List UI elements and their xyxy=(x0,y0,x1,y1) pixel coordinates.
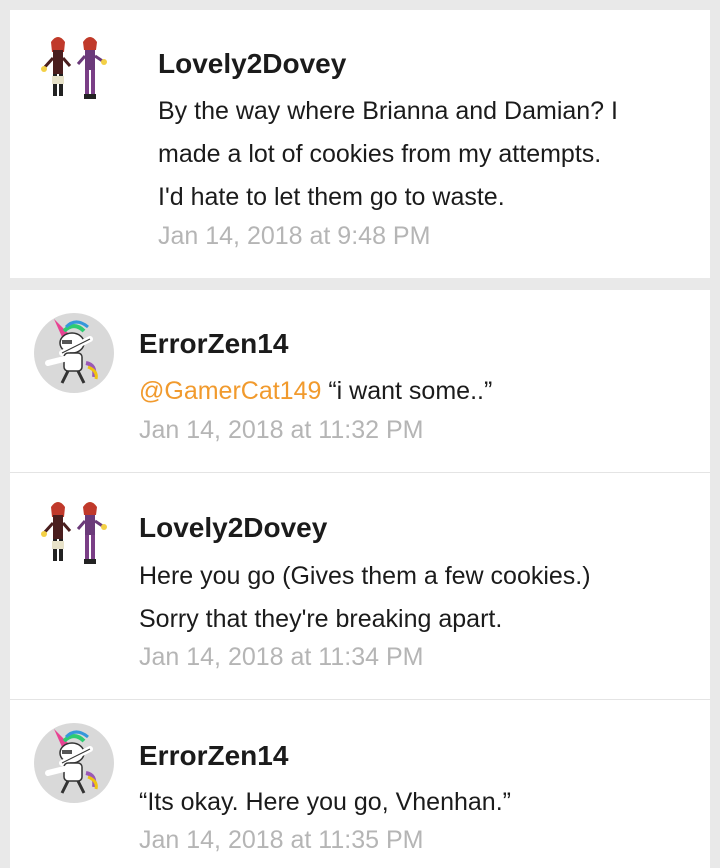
comment-author[interactable]: Lovely2Dovey xyxy=(158,48,346,80)
comment-text-line: made a lot of cookies from my attempts. xyxy=(158,140,602,168)
girls-avatar-icon[interactable] xyxy=(34,30,114,110)
comment-timestamp: Jan 14, 2018 at 9:48 PM xyxy=(158,222,431,250)
comment-author[interactable]: ErrorZen14 xyxy=(139,740,288,772)
comment-timestamp: Jan 14, 2018 at 11:32 PM xyxy=(139,416,424,444)
user-mention-link[interactable]: @GamerCat149 xyxy=(139,377,321,405)
comment-author[interactable]: ErrorZen14 xyxy=(139,328,288,360)
comment-timestamp: Jan 14, 2018 at 11:35 PM xyxy=(139,826,424,854)
girls-avatar-icon[interactable] xyxy=(34,495,114,575)
comment-text-line: By the way where Brianna and Damian? I xyxy=(158,97,618,125)
comment-text-line: Sorry that they're breaking apart. xyxy=(139,605,503,633)
dabbing-unicorn-icon[interactable] xyxy=(34,313,114,393)
divider xyxy=(10,472,710,473)
comment-text-line: @GamerCat149 “i want some..” xyxy=(139,370,492,413)
comment-timestamp: Jan 14, 2018 at 11:34 PM xyxy=(139,643,424,671)
comment-text-line: Here you go (Gives them a few cookies.) xyxy=(139,562,591,590)
comment-text-line: “Its okay. Here you go, Vhenhan.” xyxy=(139,788,511,816)
comment-text-line: I'd hate to let them go to waste. xyxy=(158,183,505,211)
divider xyxy=(10,699,710,700)
dabbing-unicorn-icon[interactable] xyxy=(34,723,114,803)
comment-author[interactable]: Lovely2Dovey xyxy=(139,512,327,544)
comment-text: “i want some..” xyxy=(321,377,493,405)
